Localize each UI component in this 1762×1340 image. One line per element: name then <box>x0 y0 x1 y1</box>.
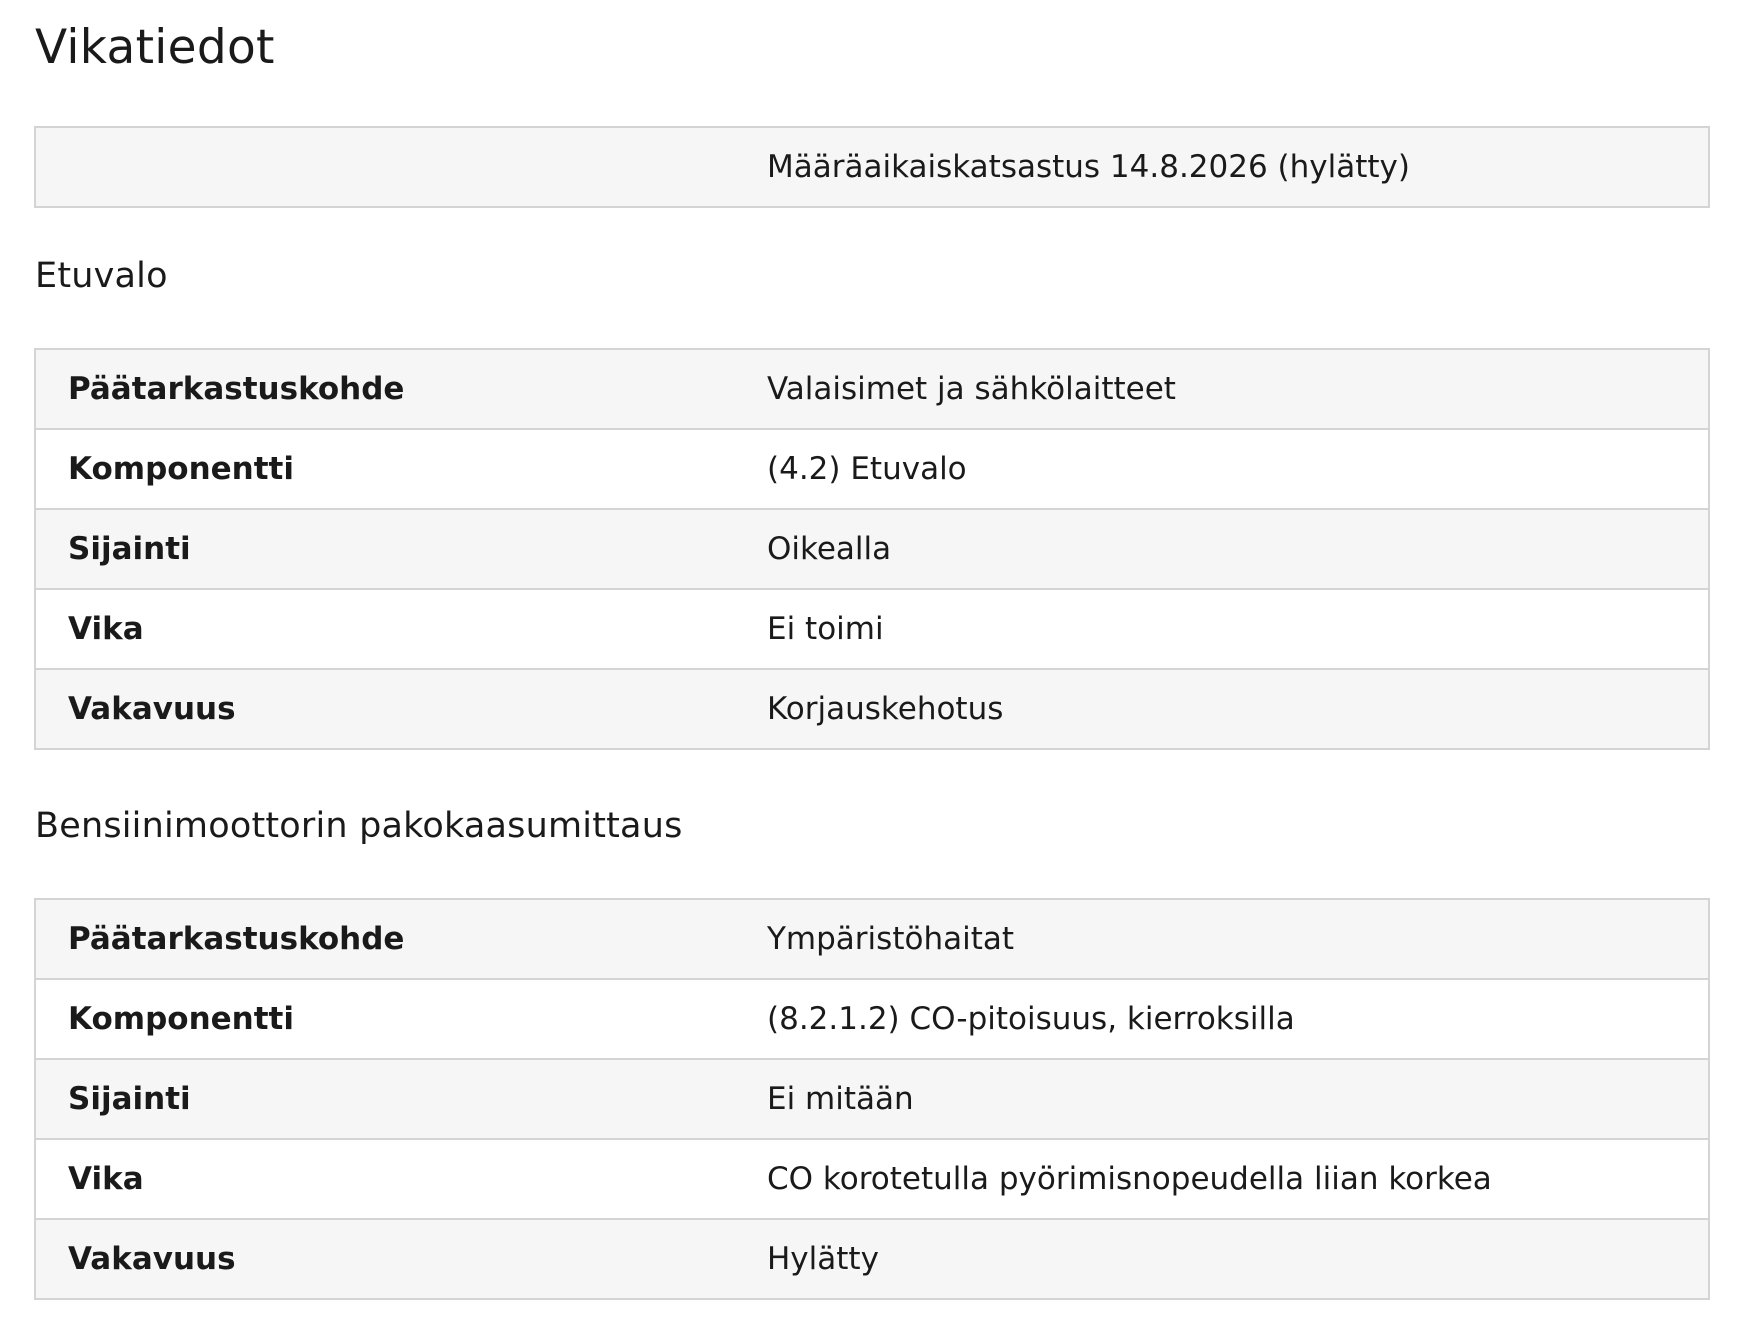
row-value-fault: Ei toimi <box>735 588 1709 669</box>
table-row: Vakavuus Korjauskehotus <box>35 668 1709 749</box>
table-row: Vika Ei toimi <box>35 588 1709 669</box>
table-row: Määräaikaiskatsastus 14.8.2026 (hylätty) <box>35 127 1709 207</box>
page-title: Vikatiedot <box>35 20 275 75</box>
row-label-severity: Vakavuus <box>35 668 735 749</box>
table-row: Vika CO korotetulla pyörimisnopeudella l… <box>35 1138 1709 1219</box>
row-value-component: (8.2.1.2) CO-pitoisuus, kierroksilla <box>735 978 1709 1059</box>
row-label-component: Komponentti <box>35 428 735 509</box>
row-label-fault: Vika <box>35 588 735 669</box>
row-label-location: Sijainti <box>35 508 735 589</box>
inspection-summary-table: Määräaikaiskatsastus 14.8.2026 (hylätty) <box>34 126 1710 208</box>
row-label-location: Sijainti <box>35 1058 735 1139</box>
summary-label <box>35 127 735 207</box>
table-row: Päätarkastuskohde Ympäristöhaitat <box>35 899 1709 979</box>
table-row: Sijainti Oikealla <box>35 508 1709 589</box>
inspection-summary-value: Määräaikaiskatsastus 14.8.2026 (hylätty) <box>735 127 1709 207</box>
row-value-main-item: Valaisimet ja sähkölaitteet <box>735 349 1709 429</box>
section-title-headlight: Etuvalo <box>35 256 168 296</box>
table-row: Sijainti Ei mitään <box>35 1058 1709 1139</box>
table-row: Komponentti (4.2) Etuvalo <box>35 428 1709 509</box>
row-value-severity: Hylätty <box>735 1218 1709 1299</box>
row-value-location: Ei mitään <box>735 1058 1709 1139</box>
row-label-main-item: Päätarkastuskohde <box>35 349 735 429</box>
table-row: Päätarkastuskohde Valaisimet ja sähkölai… <box>35 349 1709 429</box>
row-value-severity: Korjauskehotus <box>735 668 1709 749</box>
fault-table-headlight: Päätarkastuskohde Valaisimet ja sähkölai… <box>34 348 1710 750</box>
row-value-main-item: Ympäristöhaitat <box>735 899 1709 979</box>
table-row: Komponentti (8.2.1.2) CO-pitoisuus, kier… <box>35 978 1709 1059</box>
row-value-component: (4.2) Etuvalo <box>735 428 1709 509</box>
row-value-fault: CO korotetulla pyörimisnopeudella liian … <box>735 1138 1709 1219</box>
row-label-fault: Vika <box>35 1138 735 1219</box>
fault-details-page: Vikatiedot Määräaikaiskatsastus 14.8.202… <box>0 0 1727 1340</box>
row-value-location: Oikealla <box>735 508 1709 589</box>
row-label-main-item: Päätarkastuskohde <box>35 899 735 979</box>
fault-table-exhaust-measurement: Päätarkastuskohde Ympäristöhaitat Kompon… <box>34 898 1710 1300</box>
section-title-exhaust-measurement: Bensiinimoottorin pakokaasumittaus <box>35 806 683 846</box>
row-label-component: Komponentti <box>35 978 735 1059</box>
row-label-severity: Vakavuus <box>35 1218 735 1299</box>
table-row: Vakavuus Hylätty <box>35 1218 1709 1299</box>
